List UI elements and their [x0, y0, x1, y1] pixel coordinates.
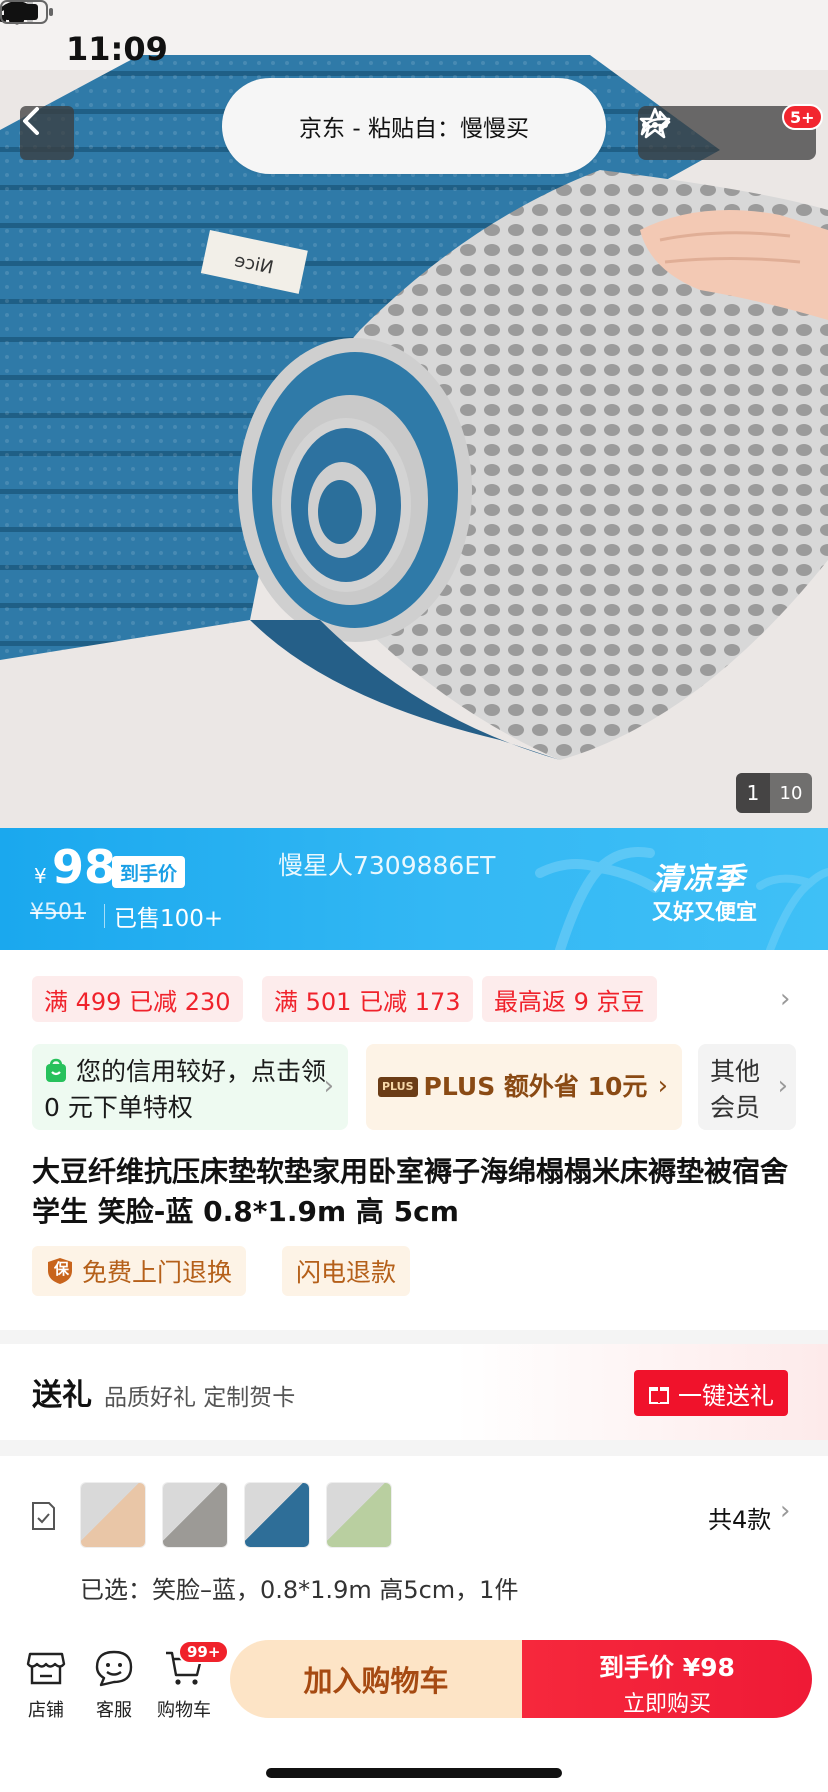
product-detail-page: ɘɔiИ 11:09 京东 - 粘贴自：慢慢买 5+ 1 10 ¥ 98 到手价… — [0, 0, 828, 1792]
plus-badge: PLUS — [378, 1077, 418, 1097]
chevron-left-icon — [23, 107, 39, 135]
season-subtitle: 又好又便宜 — [652, 900, 757, 924]
spec-icon — [32, 1502, 55, 1530]
buy-now-price: 到手价 ¥98 — [599, 1653, 735, 1682]
add-to-cart-button[interactable]: 加入购物车 — [230, 1640, 522, 1718]
coupon-tag[interactable]: 最高返 9 京豆 — [482, 976, 657, 1022]
variant-thumbnail[interactable] — [326, 1482, 392, 1548]
service-tab[interactable]: 客服 — [74, 1646, 154, 1722]
coupon-tag[interactable]: 满 501 已减 173 — [262, 976, 473, 1022]
original-price: ¥501 — [30, 900, 86, 925]
chevron-right-icon: › — [780, 1496, 791, 1526]
product-image-carousel[interactable]: ɘɔiИ 11:09 京东 - 粘贴自：慢慢买 5+ 1 10 — [0, 0, 828, 828]
current-price: 98 — [52, 840, 117, 894]
selected-variant: 已选：笑脸–蓝，0.8*1.9m 高5cm，1件 — [80, 1576, 519, 1604]
chevron-right-icon[interactable]: › — [780, 984, 790, 1014]
cart-badge: 99+ — [178, 1640, 230, 1664]
chevron-right-icon: › — [777, 1071, 788, 1101]
store-label: 店铺 — [28, 1700, 64, 1721]
gift-subtitle: 品质好礼 定制贺卡 — [104, 1385, 296, 1411]
source-pill[interactable]: 京东 - 粘贴自：慢慢买 — [222, 78, 606, 174]
image-counter-current: 1 — [736, 773, 770, 813]
chevron-right-icon: › — [657, 1071, 668, 1101]
variant-selector[interactable]: 共4款 › 已选：笑脸–蓝，0.8*1.9m 高5cm，1件 — [0, 1456, 828, 1626]
free-return-label: 免费上门退换 — [82, 1258, 233, 1287]
product-title: 大豆纤维抗压床垫软垫家用卧室褥子海绵榻榻米床褥垫被宿舍学生 笑脸-蓝 0.8*1… — [32, 1155, 789, 1228]
price-tag: 到手价 — [112, 856, 186, 888]
battery-icon — [0, 0, 53, 24]
chat-icon — [95, 1650, 133, 1687]
image-counter-total: 10 — [779, 782, 803, 804]
variant-thumbnail[interactable] — [244, 1482, 310, 1548]
gift-section: 送礼 品质好礼 定制贺卡 一键送礼 — [0, 1344, 828, 1440]
image-counter: 1 10 — [736, 773, 812, 813]
home-indicator — [266, 1768, 562, 1778]
gift-title: 送礼 — [32, 1378, 92, 1413]
currency-symbol: ¥ — [34, 864, 47, 888]
buy-now-button[interactable]: 到手价 ¥98 立即购买 — [522, 1640, 812, 1718]
send-gift-button[interactable]: 一键送礼 — [634, 1370, 788, 1416]
season-title: 清凉季 — [652, 862, 745, 897]
cart-label: 购物车 — [157, 1700, 211, 1721]
credit-privilege-card[interactable]: 您的信用较好，点击领 0 元下单特权 › — [32, 1044, 348, 1130]
price-bar: ¥ 98 到手价 ¥501 已售100+ 慢星人7309886ET 清凉季 又好… — [0, 828, 828, 950]
plus-text: PLUS 额外省 10元 — [423, 1072, 648, 1101]
gift-icon — [649, 1387, 669, 1404]
free-return-tag[interactable]: 保 免费上门退换 — [32, 1246, 247, 1296]
shield-badge-text: 保 — [54, 1260, 70, 1278]
variant-count: 共4款 — [708, 1506, 772, 1534]
back-button[interactable] — [20, 106, 74, 160]
more-icon[interactable] — [638, 106, 672, 140]
others-text: 其他会员 — [710, 1057, 761, 1122]
sold-count: 已售100+ — [114, 906, 224, 932]
divider — [104, 904, 105, 928]
status-time: 11:09 — [66, 30, 168, 68]
buy-now-label: 立即购买 — [622, 1692, 711, 1717]
send-gift-label: 一键送礼 — [678, 1381, 774, 1410]
other-membership-card[interactable]: 其他会员 › — [698, 1044, 796, 1130]
chevron-right-icon: › — [323, 1071, 334, 1101]
notification-badge: 5+ — [782, 104, 823, 130]
plus-savings-card[interactable]: PLUS PLUS 额外省 10元 › — [366, 1044, 682, 1130]
fast-refund-tag[interactable]: 闪电退款 — [282, 1246, 411, 1296]
credit-text: 您的信用较好，点击领 0 元下单特权 — [44, 1057, 326, 1122]
store-icon — [26, 1652, 66, 1685]
watermark: 慢星人7309886ET — [278, 851, 496, 880]
coupon-tag[interactable]: 满 499 已减 230 — [32, 976, 243, 1022]
variant-thumbnail[interactable] — [162, 1482, 228, 1548]
shopping-bag-icon — [46, 1058, 66, 1082]
variant-thumbnail[interactable] — [80, 1482, 146, 1548]
product-info-card: 满 499 已减 230 满 501 已减 173 最高返 9 京豆 › 您的信… — [0, 950, 828, 1330]
service-label: 客服 — [96, 1700, 132, 1721]
